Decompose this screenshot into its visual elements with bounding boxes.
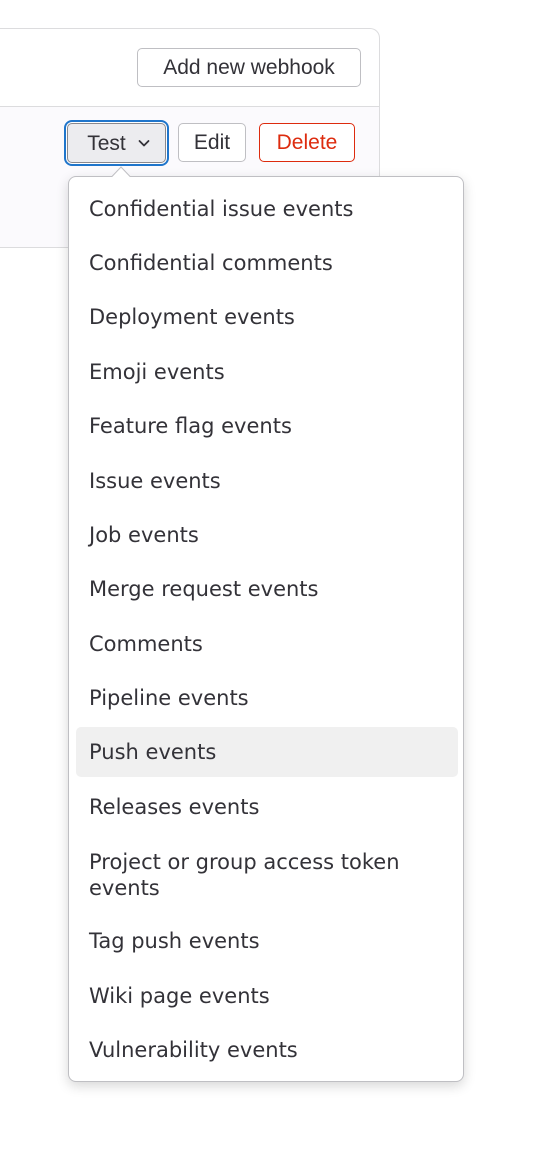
menu-item-pipeline-events[interactable]: Pipeline events <box>76 682 458 714</box>
webhooks-page: Add new webhook Test Edit Delete Confide… <box>0 0 536 1152</box>
menu-item-issue-events[interactable]: Issue events <box>76 465 458 497</box>
menu-item-comments[interactable]: Comments <box>76 628 458 660</box>
menu-item-feature-flag-events[interactable]: Feature flag events <box>76 410 458 442</box>
test-button-label: Test <box>87 131 126 155</box>
delete-webhook-button[interactable]: Delete <box>259 123 355 162</box>
menu-item-project-or-group-access-token-events[interactable]: Project or group access token events <box>76 847 458 903</box>
menu-item-confidential-comments[interactable]: Confidential comments <box>76 247 458 279</box>
menu-item-tag-push-events[interactable]: Tag push events <box>76 925 458 957</box>
edit-webhook-button[interactable]: Edit <box>178 123 246 162</box>
chevron-down-icon <box>138 140 150 147</box>
add-new-webhook-button[interactable]: Add new webhook <box>137 48 361 87</box>
test-dropdown-button[interactable]: Test <box>67 123 166 163</box>
test-events-dropdown: Confidential issue events Confidential c… <box>68 176 464 1082</box>
menu-item-merge-request-events[interactable]: Merge request events <box>76 573 458 605</box>
menu-item-push-events[interactable]: Push events <box>76 727 458 777</box>
menu-item-job-events[interactable]: Job events <box>76 519 458 551</box>
menu-item-confidential-issue-events[interactable]: Confidential issue events <box>76 193 458 225</box>
menu-item-emoji-events[interactable]: Emoji events <box>76 356 458 388</box>
menu-item-releases-events[interactable]: Releases events <box>76 791 458 823</box>
menu-item-deployment-events[interactable]: Deployment events <box>76 301 458 333</box>
menu-item-vulnerability-events[interactable]: Vulnerability events <box>76 1034 458 1066</box>
dropdown-caret <box>111 166 131 178</box>
menu-item-wiki-page-events[interactable]: Wiki page events <box>76 980 458 1012</box>
